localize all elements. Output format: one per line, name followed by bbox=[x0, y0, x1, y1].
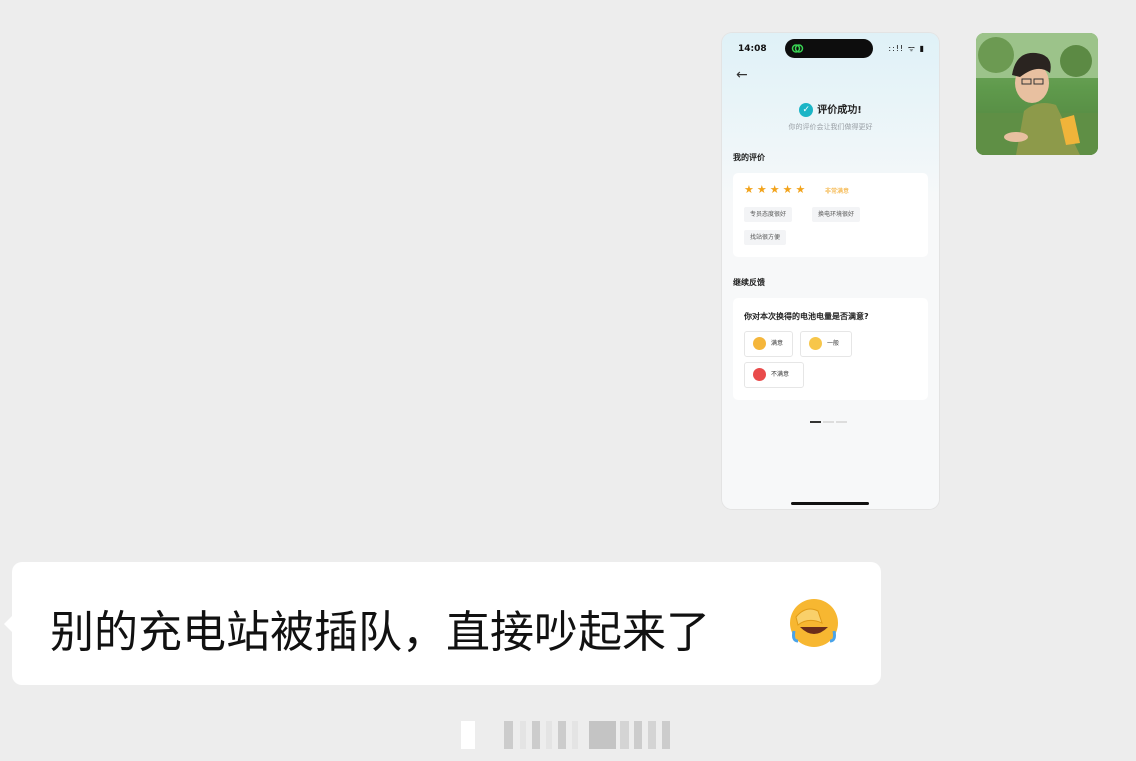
feedback-card: 你对本次换得的电池电量是否满意? 满意 一般 不满意 bbox=[733, 298, 928, 400]
feedback-title: 继续反馈 bbox=[733, 278, 765, 287]
happy-face-icon bbox=[753, 337, 766, 350]
option-satisfied[interactable]: 满意 bbox=[744, 331, 793, 357]
neutral-face-icon bbox=[809, 337, 822, 350]
success-title: ✓ 评价成功! bbox=[722, 101, 939, 117]
star-rating: ★★★★★ bbox=[744, 183, 809, 196]
placeholder-bar bbox=[558, 721, 566, 749]
option-average[interactable]: 一般 bbox=[800, 331, 852, 357]
option-dissatisfied[interactable]: 不满意 bbox=[744, 362, 804, 388]
review-tag: 找站很方便 bbox=[744, 230, 787, 245]
review-tag: 专员态度很好 bbox=[744, 207, 793, 222]
feedback-question: 你对本次换得的电池电量是否满意? bbox=[744, 312, 869, 321]
placeholder-bar bbox=[620, 721, 629, 749]
avatar-photo bbox=[976, 33, 1098, 155]
placeholder-bar bbox=[504, 721, 513, 749]
my-review-card: ★★★★★ 非常满意 专员态度很好 换电环境很好 找站很方便 bbox=[733, 173, 928, 257]
arrow-left-icon[interactable]: ← bbox=[736, 67, 748, 83]
placeholder-bar bbox=[461, 721, 475, 749]
image-message-phone-screenshot[interactable]: 14:08 ::!! ᯤ ▮ ← ✓ 评价成功! 你的评价会让我们做得更好 我的评… bbox=[722, 33, 939, 509]
text-message-bubble[interactable]: 别的充电站被插队，直接吵起来了 bbox=[4, 562, 881, 685]
my-review-title: 我的评价 bbox=[733, 153, 765, 162]
page-indicator bbox=[810, 408, 849, 427]
facepalm-laughing-emoji-icon bbox=[790, 599, 838, 647]
dynamic-island bbox=[785, 39, 873, 58]
signal-wifi-battery-icon: ::!! ᯤ ▮ bbox=[888, 44, 925, 53]
placeholder-bar bbox=[634, 721, 642, 749]
page-dot bbox=[836, 421, 847, 423]
message-text: 别的充电站被插队，直接吵起来了 bbox=[50, 607, 710, 658]
placeholder-bar bbox=[532, 721, 540, 749]
status-time: 14:08 bbox=[738, 44, 767, 54]
review-tag: 换电环境很好 bbox=[812, 207, 861, 222]
avatar[interactable] bbox=[976, 33, 1098, 155]
angry-face-icon bbox=[753, 368, 766, 381]
wechat-link-icon bbox=[791, 44, 804, 53]
success-subtitle: 你的评价会让我们做得更好 bbox=[788, 123, 873, 131]
placeholder-bar bbox=[572, 721, 578, 749]
rating-label: 非常满意 bbox=[825, 188, 850, 195]
placeholder-bar bbox=[546, 721, 552, 749]
page-dot-active bbox=[810, 421, 821, 423]
home-indicator bbox=[791, 502, 869, 505]
status-bar: 14:08 ::!! ᯤ ▮ bbox=[722, 33, 939, 63]
placeholder-bar bbox=[589, 721, 616, 749]
page-dot bbox=[823, 421, 834, 423]
placeholder-bar bbox=[662, 721, 670, 749]
check-circle-icon: ✓ bbox=[799, 103, 814, 117]
placeholder-bar bbox=[648, 721, 656, 749]
placeholder-bar bbox=[520, 721, 526, 749]
